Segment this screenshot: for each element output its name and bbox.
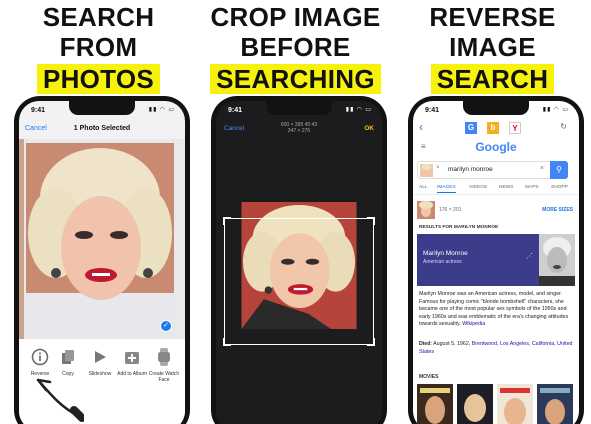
selected-check-icon[interactable]: ✓ (160, 320, 172, 332)
notch (69, 101, 135, 115)
dims-crop: 347 × 276 (287, 128, 311, 134)
signal-wifi-battery-icon: ▮▮ ◠ ▭ (542, 107, 569, 113)
place-link-california[interactable]: California (532, 341, 554, 347)
panel-reverse-image-search: REVERSE IMAGE SEARCH 9:41 ▮▮ ◠ ▭ ‹ G b Y… (394, 0, 591, 424)
headline-line-2: IMAGE (449, 32, 536, 62)
add-album-icon (122, 347, 142, 367)
tab-maps[interactable]: MAPS (525, 185, 539, 190)
panel-search-from-photos: SEARCH FROM PHOTOS 9:41 ▮▮ ◠ ▭ Cancel 1 … (0, 0, 197, 424)
crop-handle-top-right[interactable] (367, 217, 375, 225)
status-time: 9:41 (31, 107, 46, 114)
crop-dimensions: 600 × 395 45:43 347 × 276 (216, 122, 382, 134)
image-size: 176 × 201 (439, 207, 462, 213)
copy-icon (58, 347, 78, 367)
died-row: Died: August 5, 1962, Brentwood, Los Ang… (419, 341, 573, 355)
headline-line-1: CROP IMAGE (210, 2, 381, 32)
result-thumbnail[interactable] (417, 201, 435, 219)
crop-handle-top-left[interactable] (223, 217, 231, 225)
google-header: ≡ Google (413, 138, 579, 156)
crop-handle-bottom-right[interactable] (367, 338, 375, 346)
action-add-to-album[interactable]: Add to Album (115, 347, 149, 377)
tab-shopping[interactable]: SHOPP (551, 185, 568, 190)
place-link-brentwood[interactable]: Brentwood (472, 341, 497, 347)
bing-engine-icon[interactable]: b (487, 122, 499, 134)
engine-toolbar: ‹ G b Y ↻ (413, 119, 579, 137)
headline-line-3-highlight: SEARCHING (197, 64, 394, 94)
kp-subtitle: American actress (423, 259, 462, 265)
clear-query-icon[interactable]: × (540, 165, 544, 172)
headline-line-2: BEFORE (240, 32, 351, 62)
notch (463, 101, 529, 115)
action-label: Add to Album (117, 371, 147, 377)
signal-wifi-battery-icon: ▮▮ ◠ ▭ (148, 107, 175, 113)
signal-wifi-battery-icon: ▮▮ ◠ ▭ (345, 107, 372, 113)
google-logo: Google (475, 140, 517, 154)
yandex-engine-icon[interactable]: Y (509, 122, 521, 134)
action-create-watch-face[interactable]: Create Watch Face (147, 347, 181, 383)
movie-poster[interactable] (537, 384, 573, 424)
status-time: 9:41 (425, 107, 440, 114)
back-chevron-icon[interactable]: ‹ (419, 120, 423, 134)
description-text: Marilyn Monroe was an American actress, … (419, 291, 569, 328)
headline-line-3-highlight: PHOTOS (0, 64, 197, 94)
search-results-screen: 9:41 ▮▮ ◠ ▭ ‹ G b Y ↻ ≡ Google × marilyn… (413, 101, 579, 424)
nav-title: 1 Photo Selected (73, 125, 131, 132)
ok-button[interactable]: OK (364, 125, 374, 132)
action-copy[interactable]: Copy (51, 347, 85, 377)
reload-icon[interactable]: ↻ (560, 122, 567, 131)
status-time: 9:41 (228, 107, 243, 114)
notch (266, 101, 332, 115)
crop-handle-bottom-left[interactable] (223, 338, 231, 346)
query-thumbnail-icon (420, 164, 433, 177)
results-heading: RESULTS FOR MARILYN MONROE (419, 225, 499, 230)
info-icon (30, 347, 50, 367)
died-label: Died (419, 341, 431, 347)
search-button[interactable]: ⚲ (550, 161, 568, 179)
pointing-arrow-icon (36, 378, 84, 422)
movies-heading: MOVIES (419, 374, 439, 380)
crop-frame[interactable] (223, 217, 375, 346)
action-slideshow[interactable]: Slideshow (83, 347, 117, 377)
panel-crop-image: CROP IMAGE BEFORE SEARCHING 9:41 ▮▮ ◠ ▭ … (197, 0, 394, 424)
more-sizes-link[interactable]: MORE SIZES (542, 207, 573, 213)
tab-images[interactable]: IMAGES (437, 185, 456, 193)
tab-news[interactable]: NEWS (499, 185, 513, 190)
play-icon (90, 347, 110, 367)
movie-poster[interactable] (457, 384, 493, 424)
image-size-row: 176 × 201 MORE SIZES (413, 199, 579, 221)
selected-photo[interactable] (26, 143, 174, 335)
clear-thumbnail-icon[interactable]: × (436, 165, 440, 171)
search-query: marilyn monroe (448, 166, 493, 173)
share-icon[interactable]: ⋰ (526, 252, 533, 260)
movie-poster[interactable] (417, 384, 453, 424)
headline-line-3-highlight: SEARCH (394, 64, 591, 94)
search-tabs: ALL IMAGES VIDEOS NEWS MAPS SHOPP (413, 183, 579, 195)
knowledge-panel[interactable]: Marilyn Monroe American actress ⋰ (417, 234, 539, 286)
crop-screen: 9:41 ▮▮ ◠ ▭ Cancel 600 × 395 45:43 347 ×… (216, 101, 382, 424)
kp-description: Marilyn Monroe was an American actress, … (419, 291, 573, 329)
action-label: Create Watch Face (148, 371, 180, 383)
tab-videos[interactable]: VIDEOS (469, 185, 487, 190)
headline-line-1: SEARCH (42, 2, 155, 32)
search-box[interactable]: × marilyn monroe × ⚲ (417, 161, 568, 179)
crop-toolbar: Cancel 600 × 395 45:43 347 × 276 OK (216, 121, 382, 137)
headline-line-2: FROM (59, 32, 138, 62)
google-engine-icon[interactable]: G (465, 122, 477, 134)
died-date: : August 5, 1962, (430, 341, 471, 347)
tab-all[interactable]: ALL (419, 185, 428, 190)
kp-name: Marilyn Monroe (423, 250, 468, 257)
kp-portrait[interactable] (539, 234, 575, 286)
watch-icon (154, 347, 174, 367)
movie-poster[interactable] (497, 384, 533, 424)
wikipedia-link[interactable]: Wikipedia (462, 321, 485, 327)
action-label: Slideshow (88, 371, 112, 377)
place-link-los-angeles[interactable]: Los Angeles (500, 341, 529, 347)
nav-bar: Cancel 1 Photo Selected (19, 121, 185, 139)
adjacent-photo[interactable] (19, 139, 24, 339)
headline-line-1: REVERSE (429, 2, 556, 32)
